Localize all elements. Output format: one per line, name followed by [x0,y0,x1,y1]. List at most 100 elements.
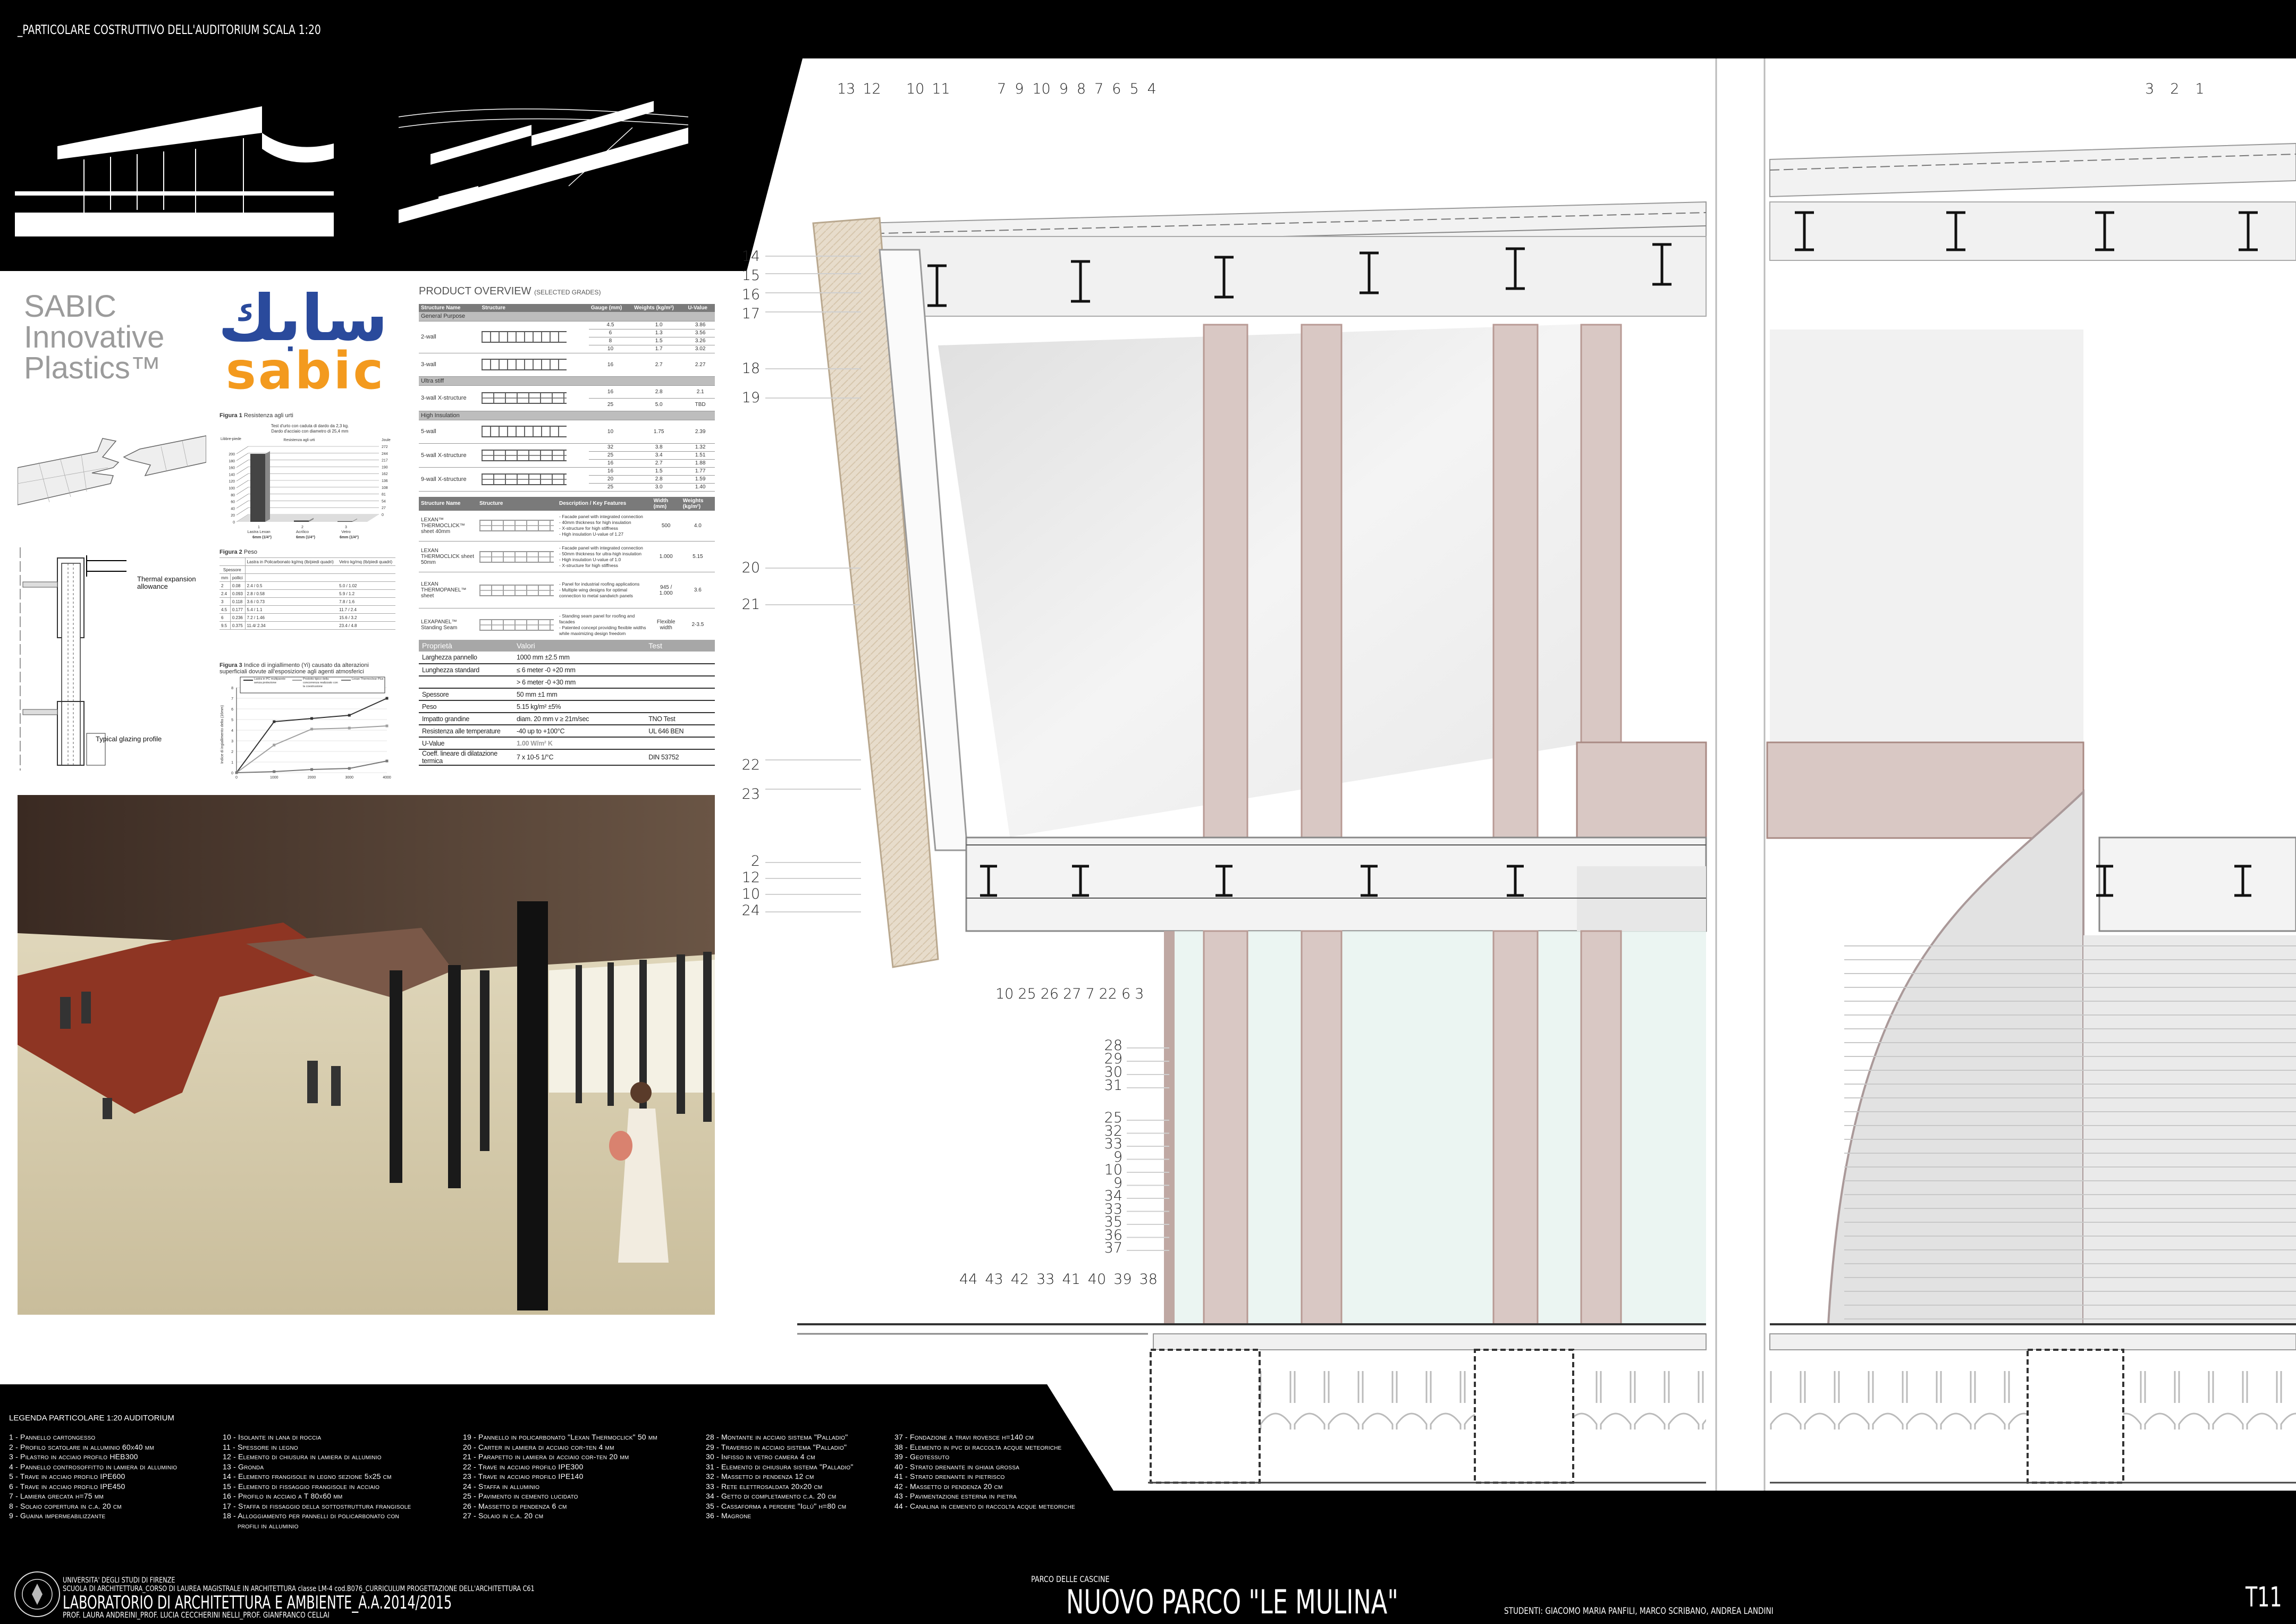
cell-value [645,688,715,701]
width-value: 1.000 [651,541,681,572]
data-point [348,767,351,770]
callout-number: 6 [1112,81,1121,97]
cell-value: 2.7 [632,353,686,377]
panel-section-icon [479,619,554,631]
y-axis-right-label: Joule [382,438,391,442]
callout-number: 6 [1121,986,1131,1002]
feature-line: - High insulation U-value of 1.27 [559,531,623,537]
cell-value [419,676,513,689]
y-axis-label: Libbre-piede [221,437,241,441]
y-tick-right-label: 81 [382,493,386,497]
y-tick-label: 1 [231,761,233,765]
wordmark-line: Plastics™ [24,351,161,385]
cell-value [645,700,715,713]
cell-value: 3.4 [632,451,686,460]
cell-value: 6 [220,613,231,622]
y-tick-label: 140 [229,473,235,477]
data-point [385,697,389,700]
cell-value: Resistenza alle temperature [419,725,513,738]
product-grades-table: Structure Name Structure Gauge (mm) Weights… [419,304,715,492]
fig2-weight: Figura 2 Peso Lastra in Policarbonato kg… [220,549,395,630]
label-group-top-a: 13 12 [837,80,881,99]
callout-number: 9 [1015,81,1024,97]
properties-table-wrap: Proprietà Valori Test Larghezza pannello 100… [419,640,715,766]
cell-value: 32 [588,443,632,452]
legend-item: 4 - Pannello controsoffitto in lamiera d… [9,1462,178,1471]
professors: PROF. LAURA ANDREINI_PROF. LUCIA CECCHER… [63,1610,330,1620]
callout-number: 40 [1087,1271,1107,1288]
table-row: Lunghezza standard ≤ 6 meter -0 +20 mm [419,664,715,676]
lexan-sheets-table: Structure Name Structure Description / Key… [419,496,715,641]
features: - Facade panel with integrated connectio… [557,510,652,542]
table-row: Resistenza alle temperature -40 up to +10… [419,725,715,738]
y-tick-right-label: 190 [382,466,388,469]
series-line [236,698,387,773]
table-row: Larghezza pannello 1000 mm ±2.5 mm [419,652,715,664]
cell-value: 5.0 [632,398,686,411]
structure-name: 5-wall [419,420,480,444]
cell-value: 3.56 [686,329,715,337]
column-header: Weights (kg/m²) [632,304,686,312]
product-overview: PRODUCT OVERVIEW (SELECTED GRADES) Struc… [419,285,715,641]
legend-item: 1 - Pannello cartongesso [9,1433,96,1441]
steel-column [1301,324,1343,839]
cell-value: 2.4 / 0.5 [244,581,338,590]
legend-item: 25 - Pavimento in cemento lucidato [463,1492,578,1500]
legend-item: 27 - Solaio in c.a. 20 cm [463,1511,544,1520]
cell-value: ≤ 6 meter -0 +20 mm [513,664,646,676]
label-group-left-b: 18 [742,359,760,378]
structure-diagram [479,385,589,411]
callout-number: 10 [741,886,760,902]
y-axis-label: Indice di ingiallimento delta (16mm) [221,705,224,764]
cell-value: 1.88 [686,459,715,468]
table-row: 3-wall 16 2.7 2.27 [419,353,715,377]
callout-number: 33 [1036,1271,1055,1288]
legend-item: 41 - Strato drenante in pietrisco [894,1472,1005,1481]
callout-number: 10 [1032,81,1051,97]
structure-diagram [479,321,589,353]
label-group-left-e: 21 [742,595,760,614]
cell-value: U-Value [419,737,513,750]
label-group-mid-row: 10 25 26 27 7 22 6 3 [995,985,1144,1004]
hands-illustration [18,435,206,505]
cell-value: Coeff. lineare di dilatazione termica [419,749,513,766]
y-tick-right-label: 54 [382,500,386,503]
grid-line [236,467,249,475]
y-tick-right-label: 162 [382,472,388,476]
width-value: 945 / 1.000 [651,572,681,608]
legend-column: 37 - Fondazione a travi rovesce h=140 cm… [894,1432,1075,1511]
category-number: 2 [301,526,303,529]
product-overview-subtitle: (SELECTED GRADES) [534,289,601,296]
legend-item: 33 - Rete elettrosaldata 20x20 cm [706,1482,823,1491]
category-label: Acrilico [296,529,309,534]
callout-number: 19 [741,390,760,406]
callout-number: 7 [997,81,1007,97]
callout-number: 9 [1059,81,1068,97]
cell-value: 3.0 [632,483,686,492]
y-tick-label: 100 [229,487,235,490]
data-point [273,743,276,747]
group-row: High Insulation [419,411,715,420]
label-group-top-c: 7 9 10 9 8 7 6 5 4 [997,80,1157,99]
cell-value: 3.6 / 0.73 [244,597,338,606]
group-row: General Purpose [419,312,715,322]
legend-item: 2 - Profilo scatolare in alluminio 60x40… [9,1442,154,1451]
callout-number: 44 [959,1271,978,1288]
width-value: 500 [651,510,681,542]
legend-item: 30 - Infisso in vetro camera 4 cm [706,1452,815,1461]
table-row: Peso 5.15 kg/m² ±5% [419,700,715,713]
callout-number: 31 [1104,1077,1122,1094]
category-number: 3 [345,526,347,529]
cell-value: 20 [588,475,632,484]
legend-item: 43 - Pavimentazione esterna in pietra [894,1492,1017,1500]
structure-name: 5-wall X-structure [419,443,480,468]
label-group-col-b: 25 32 33 9 10 9 34 33 35 36 37 [1104,1111,1122,1255]
table-row: Coeff. lineare di dilatazione termica 7 x… [419,749,715,766]
legend-item: 18 - Alloggiamento per pannelli di polic… [223,1511,399,1520]
bar [250,454,265,522]
callout-number: 4 [1147,81,1157,97]
y-tick-label: 160 [229,467,235,470]
y-tick-right-label: 0 [382,513,384,517]
table-row: U-Value 1.00 W/m² K [419,737,715,750]
sheet-title: _PARTICOLARE COSTRUTTIVO DELL'AUDITORIUM… [18,22,321,37]
